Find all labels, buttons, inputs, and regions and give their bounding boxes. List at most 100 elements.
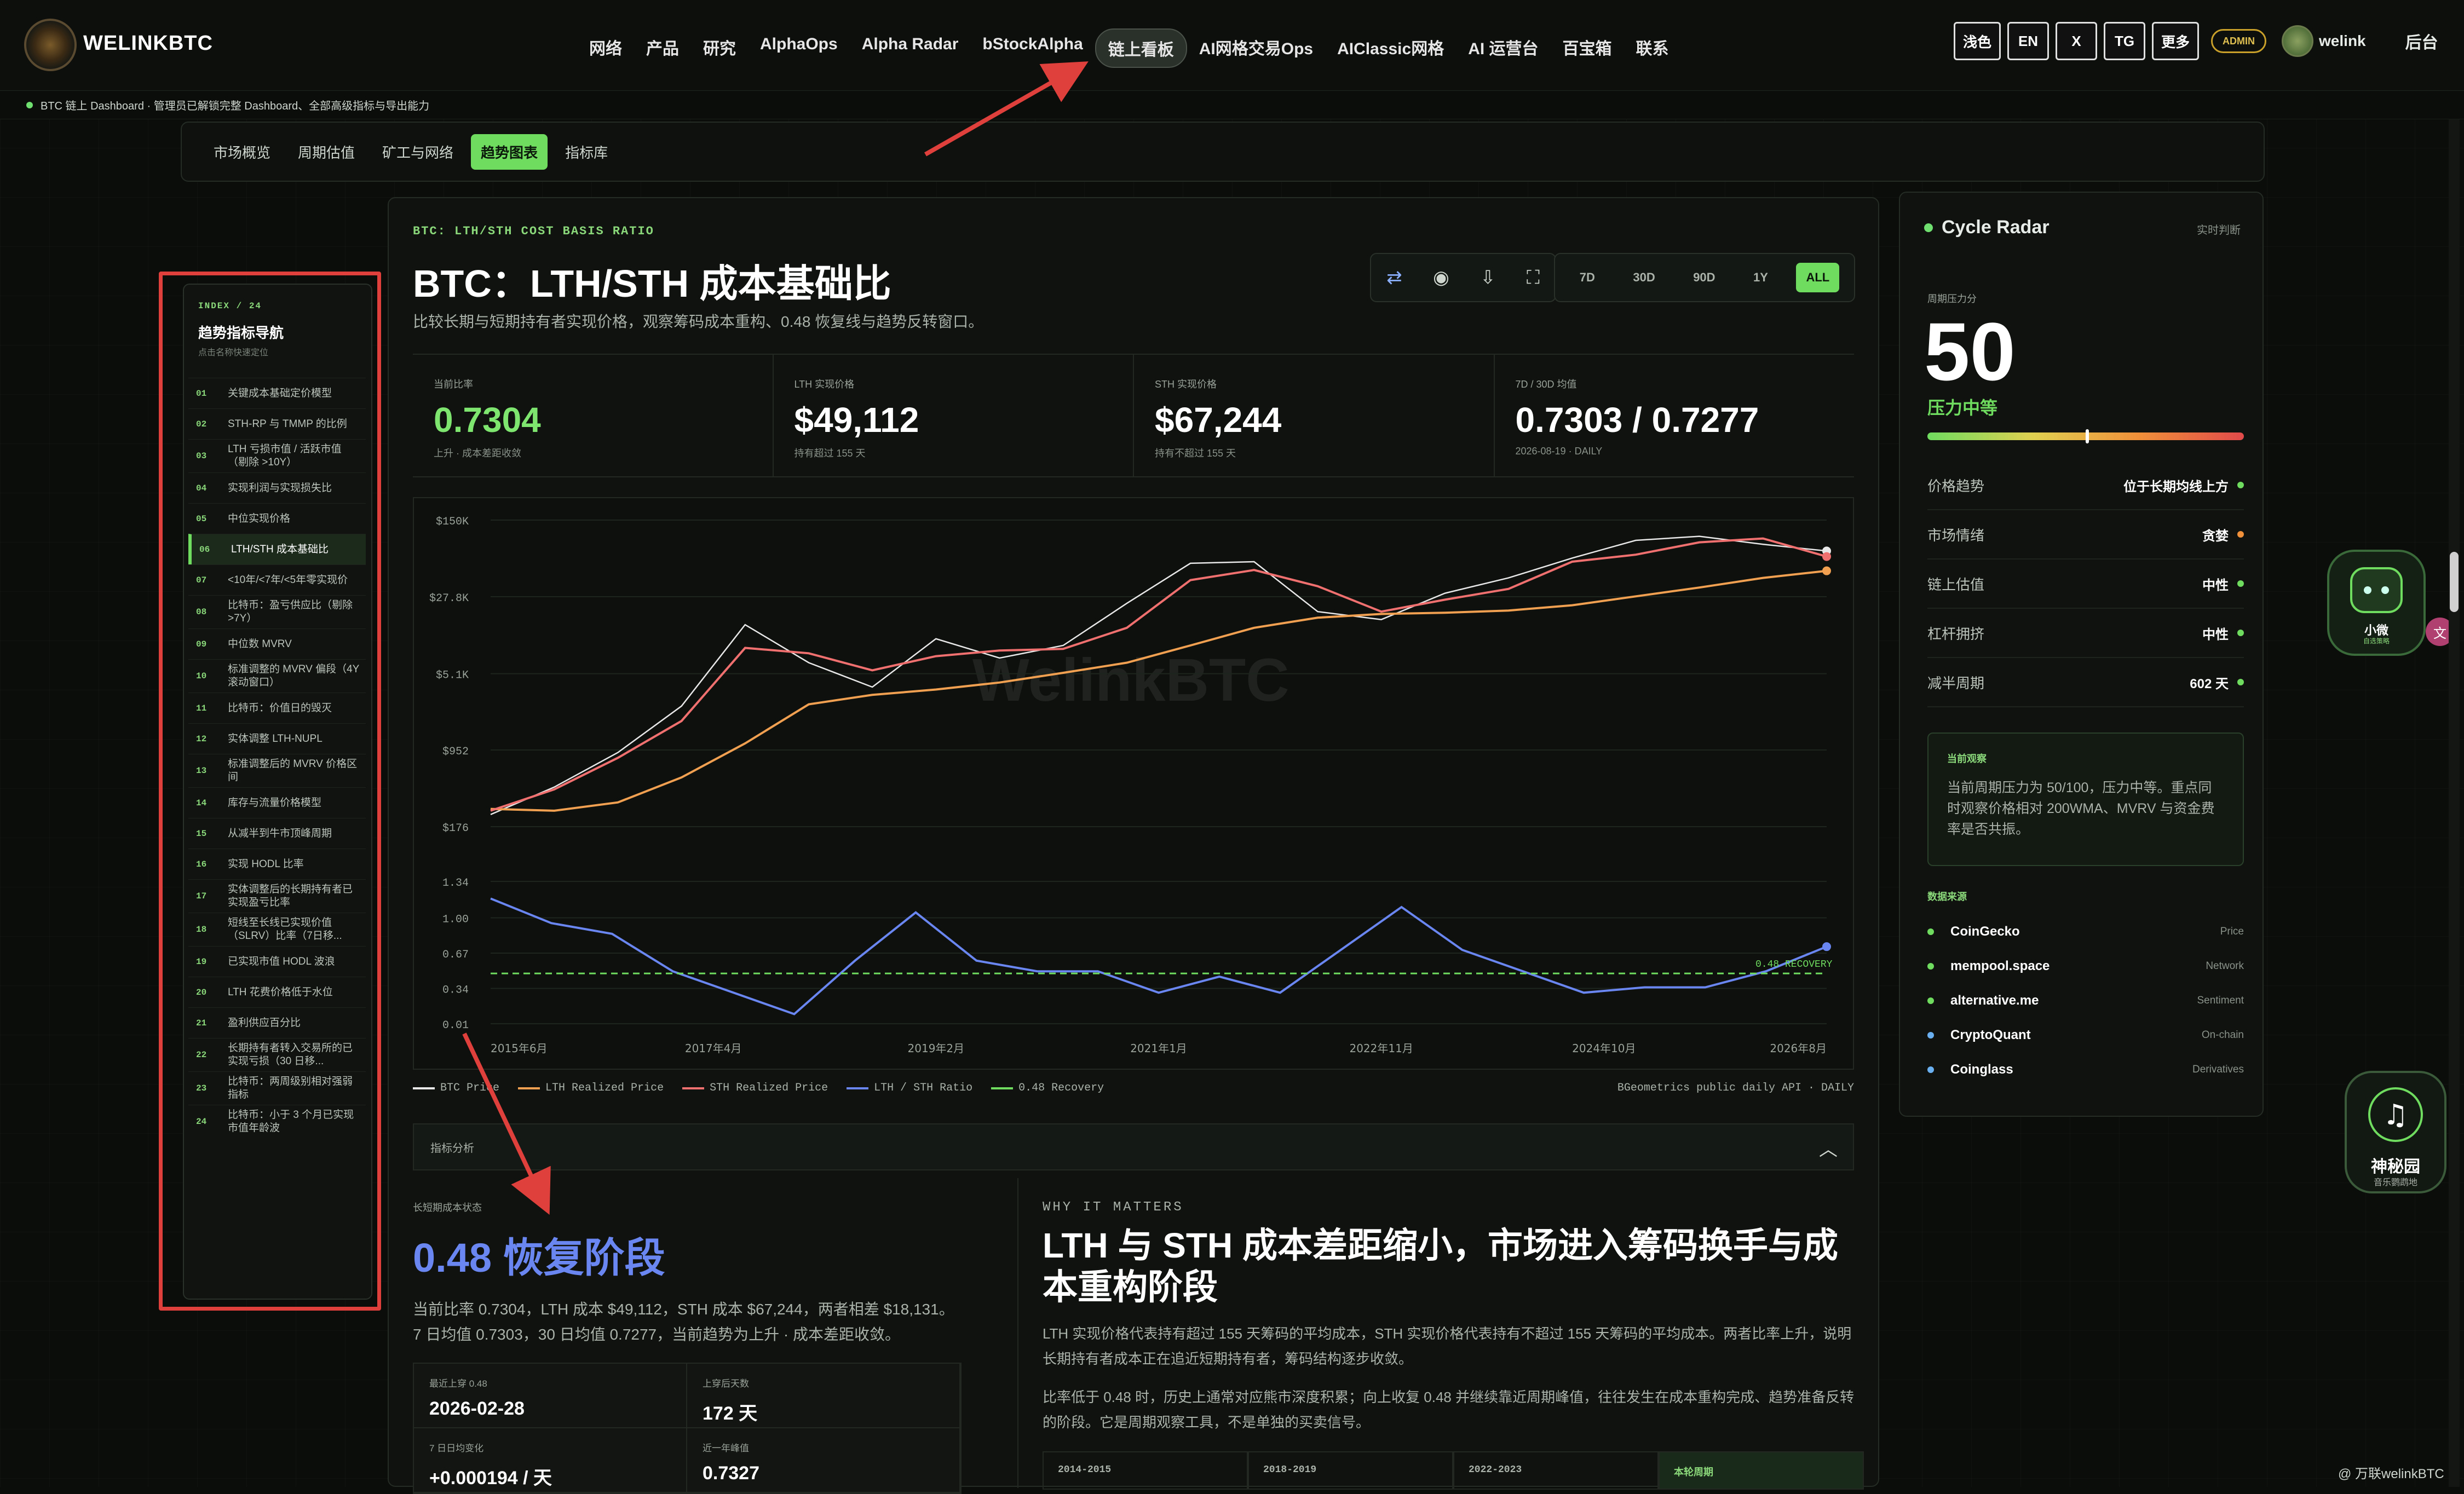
why-title: LTH 与 STH 成本差距缩小，市场进入筹码换手与成本重构阶段: [1043, 1226, 1838, 1307]
backend-link[interactable]: 后台: [2405, 29, 2438, 53]
state-description: 当前比率 0.7304，LTH 成本 $49,112，STH 成本 $67,24…: [413, 1301, 954, 1343]
x-link-button[interactable]: X: [2056, 22, 2098, 60]
source-dot-icon: [1927, 1066, 1934, 1073]
radar-row-value: 贪婪: [2202, 528, 2229, 544]
assistant-bot-button[interactable]: 小微 自选策略: [2327, 550, 2426, 656]
source-category: Derivatives: [2192, 1063, 2244, 1075]
legend-item[interactable]: LTH Realized Price: [518, 1082, 664, 1094]
legend-item[interactable]: STH Realized Price: [682, 1082, 828, 1094]
stat-sub: 持有超过 155 天: [794, 448, 866, 459]
radar-row-label: 链上估值: [1927, 576, 1985, 593]
legend-item[interactable]: LTH / STH Ratio: [847, 1082, 972, 1094]
ratio-end-point[interactable]: [1822, 942, 1831, 951]
pressure-gauge: [1927, 429, 2244, 443]
era-tab[interactable]: 本轮周期: [1659, 1451, 1864, 1490]
status-dot-icon: [2237, 531, 2244, 538]
legend-item[interactable]: 0.48 Recovery: [991, 1082, 1104, 1094]
radar-row-value-wrap: 贪婪: [2202, 525, 2244, 544]
nav-item-8[interactable]: AIClassic网格: [1325, 28, 1456, 68]
telegram-button[interactable]: TG: [2104, 22, 2146, 60]
series-end-point[interactable]: [1822, 566, 1831, 575]
range-button[interactable]: 7D: [1570, 263, 1605, 292]
radar-row-value-wrap: 602 天: [2190, 673, 2244, 692]
stat-label: LTH 实现价格: [794, 379, 855, 390]
series-line-lth-sth-ratio[interactable]: [490, 897, 1827, 1016]
metric-label: 近一年峰值: [703, 1443, 749, 1453]
era-tab[interactable]: 2014-2015: [1043, 1451, 1248, 1490]
subtab-0[interactable]: 市场概览: [204, 134, 280, 170]
era-tab[interactable]: 2022-2023: [1453, 1451, 1659, 1490]
nav-item-2[interactable]: 研究: [691, 28, 748, 68]
subtab-1[interactable]: 周期估值: [288, 134, 365, 170]
radar-header: Cycle Radar: [1924, 217, 2050, 238]
nav-item-0[interactable]: 网络: [577, 28, 634, 68]
radar-row: 杠杆拥挤 中性: [1927, 609, 2244, 658]
radar-row: 链上估值 中性: [1927, 559, 2244, 609]
subtab-4[interactable]: 指标库: [555, 134, 618, 170]
nav-item-4[interactable]: Alpha Radar: [850, 28, 971, 68]
analysis-header[interactable]: 指标分析 ︿: [413, 1123, 1854, 1170]
more-button[interactable]: 更多: [2152, 22, 2200, 60]
user-menu[interactable]: welink: [2282, 25, 2366, 57]
chevron-up-icon[interactable]: ︿: [1819, 1134, 1838, 1161]
nav-item-6[interactable]: 链上看板: [1095, 28, 1187, 68]
nav-item-3[interactable]: AlphaOps: [748, 28, 850, 68]
top-tools: 浅色 EN X TG 更多 ADMIN welink 后台: [1954, 22, 2438, 60]
era-tab[interactable]: 2018-2019: [1248, 1451, 1453, 1490]
radar-row-label: 减半周期: [1927, 674, 1985, 691]
legend-label: BTC Price: [440, 1082, 500, 1094]
radar-title: Cycle Radar: [1942, 217, 2050, 238]
swap-icon[interactable]: ⇄: [1386, 267, 1402, 289]
nav-item-10[interactable]: 百宝箱: [1551, 28, 1624, 68]
stat-card: 7D / 30D 均值 0.7303 / 0.7277 2026-08-19 · D…: [1495, 355, 1855, 476]
avatar: [2282, 25, 2314, 57]
theme-toggle-button[interactable]: 浅色: [1954, 22, 2001, 60]
radar-row-label: 价格趋势: [1927, 477, 1985, 494]
download-icon[interactable]: ⇩: [1480, 267, 1496, 289]
subtab-2[interactable]: 矿工与网络: [372, 134, 463, 170]
chart-area[interactable]: WelinkBTC $150K $27.8K $5.1K $952 $176 1.34 1.0…: [413, 497, 1854, 1070]
nav-item-7[interactable]: AI网格交易Ops: [1187, 28, 1325, 68]
why-paragraph-1: LTH 实现价格代表持有超过 155 天筹码的平均成本，STH 实现价格代表持有…: [1043, 1325, 1852, 1367]
source-name: CoinGecko: [1950, 924, 2020, 939]
brand-name[interactable]: WELINKBTC: [83, 32, 213, 55]
metric-label: 上穿后天数: [703, 1378, 749, 1389]
source-dot-icon: [1927, 1031, 1934, 1039]
subtab-3[interactable]: 趋势图表: [471, 134, 548, 170]
source-row[interactable]: Coinglass Derivatives: [1927, 1052, 2244, 1087]
metric-value: 172 天: [703, 1403, 758, 1424]
source-row[interactable]: alternative.me Sentiment: [1927, 983, 2244, 1018]
nav-item-1[interactable]: 产品: [634, 28, 691, 68]
source-row[interactable]: mempool.space Network: [1927, 949, 2244, 983]
metric-cell: 最近上穿 0.48 2026-02-28: [414, 1364, 687, 1428]
language-button[interactable]: EN: [2007, 22, 2050, 60]
fullscreen-icon[interactable]: ⛶: [1527, 267, 1540, 289]
nav-item-9[interactable]: AI 运营台: [1456, 28, 1550, 68]
record-icon[interactable]: ◉: [1433, 267, 1449, 289]
live-dot-icon: [1924, 223, 1933, 232]
y-tick-label: $952: [442, 746, 469, 758]
analysis-title: 指标分析: [430, 1142, 474, 1155]
range-button[interactable]: 90D: [1683, 263, 1725, 292]
brand-logo[interactable]: [24, 19, 77, 71]
stat-value: $49,112: [794, 400, 919, 440]
source-row[interactable]: CoinGecko Price: [1927, 914, 2244, 949]
nav-item-11[interactable]: 联系: [1624, 28, 1681, 68]
observation-text: 当前周期压力为 50/100，压力中等。重点同时观察价格相对 200WMA、MV…: [1947, 780, 2215, 837]
stat-value: 0.7304: [434, 400, 541, 440]
legend-label: 0.48 Recovery: [1018, 1082, 1104, 1094]
legend-item[interactable]: BTC Price: [413, 1082, 499, 1094]
source-name: CryptoQuant: [1950, 1027, 2031, 1042]
stats-row: 当前比率 0.7304 上升 · 成本差距收敛 LTH 实现价格 $49,112 持有超过…: [413, 354, 1854, 477]
series-end-point[interactable]: [1822, 552, 1831, 561]
nav-item-5[interactable]: bStockAlpha: [970, 28, 1095, 68]
source-name: alternative.me: [1950, 993, 2039, 1008]
range-button[interactable]: 1Y: [1743, 263, 1778, 292]
page-scrollbar[interactable]: [2449, 119, 2460, 1487]
range-button[interactable]: ALL: [1796, 263, 1840, 292]
range-button[interactable]: 30D: [1623, 263, 1665, 292]
garden-button[interactable]: ♫ 神秘园 音乐鹦鹉地: [2345, 1071, 2446, 1193]
source-row[interactable]: CryptoQuant On-chain: [1927, 1018, 2244, 1052]
x-tick-label: 2017年4月: [685, 1042, 742, 1055]
scrollbar-thumb[interactable]: [2450, 552, 2459, 612]
